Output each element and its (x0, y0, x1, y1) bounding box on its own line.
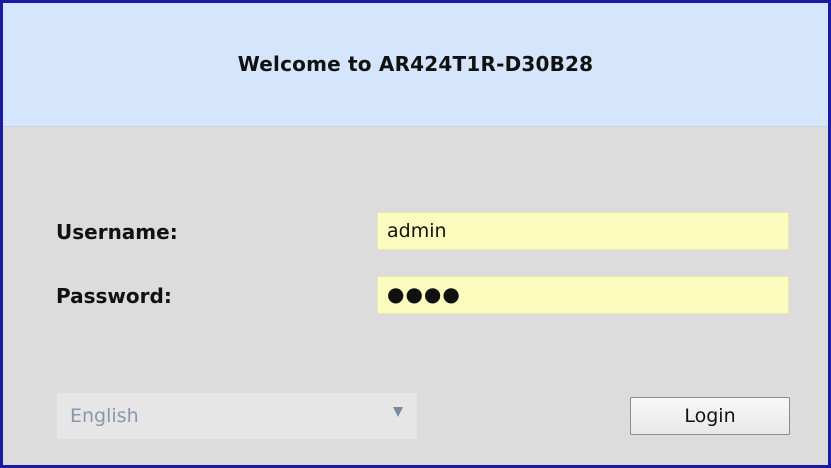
password-label: Password: (56, 284, 172, 308)
username-label: Username: (56, 220, 178, 244)
login-window: Welcome to AR424T1R-D30B28 Username: Pas… (0, 0, 831, 468)
chevron-down-icon (393, 407, 403, 417)
language-selected-value: English (70, 405, 139, 427)
page-title: Welcome to AR424T1R-D30B28 (237, 51, 594, 76)
username-input[interactable] (377, 212, 789, 250)
password-input[interactable] (377, 276, 789, 314)
login-header: Welcome to AR424T1R-D30B28 (3, 3, 828, 127)
language-select[interactable]: English (57, 393, 417, 439)
login-button[interactable]: Login (630, 397, 790, 435)
